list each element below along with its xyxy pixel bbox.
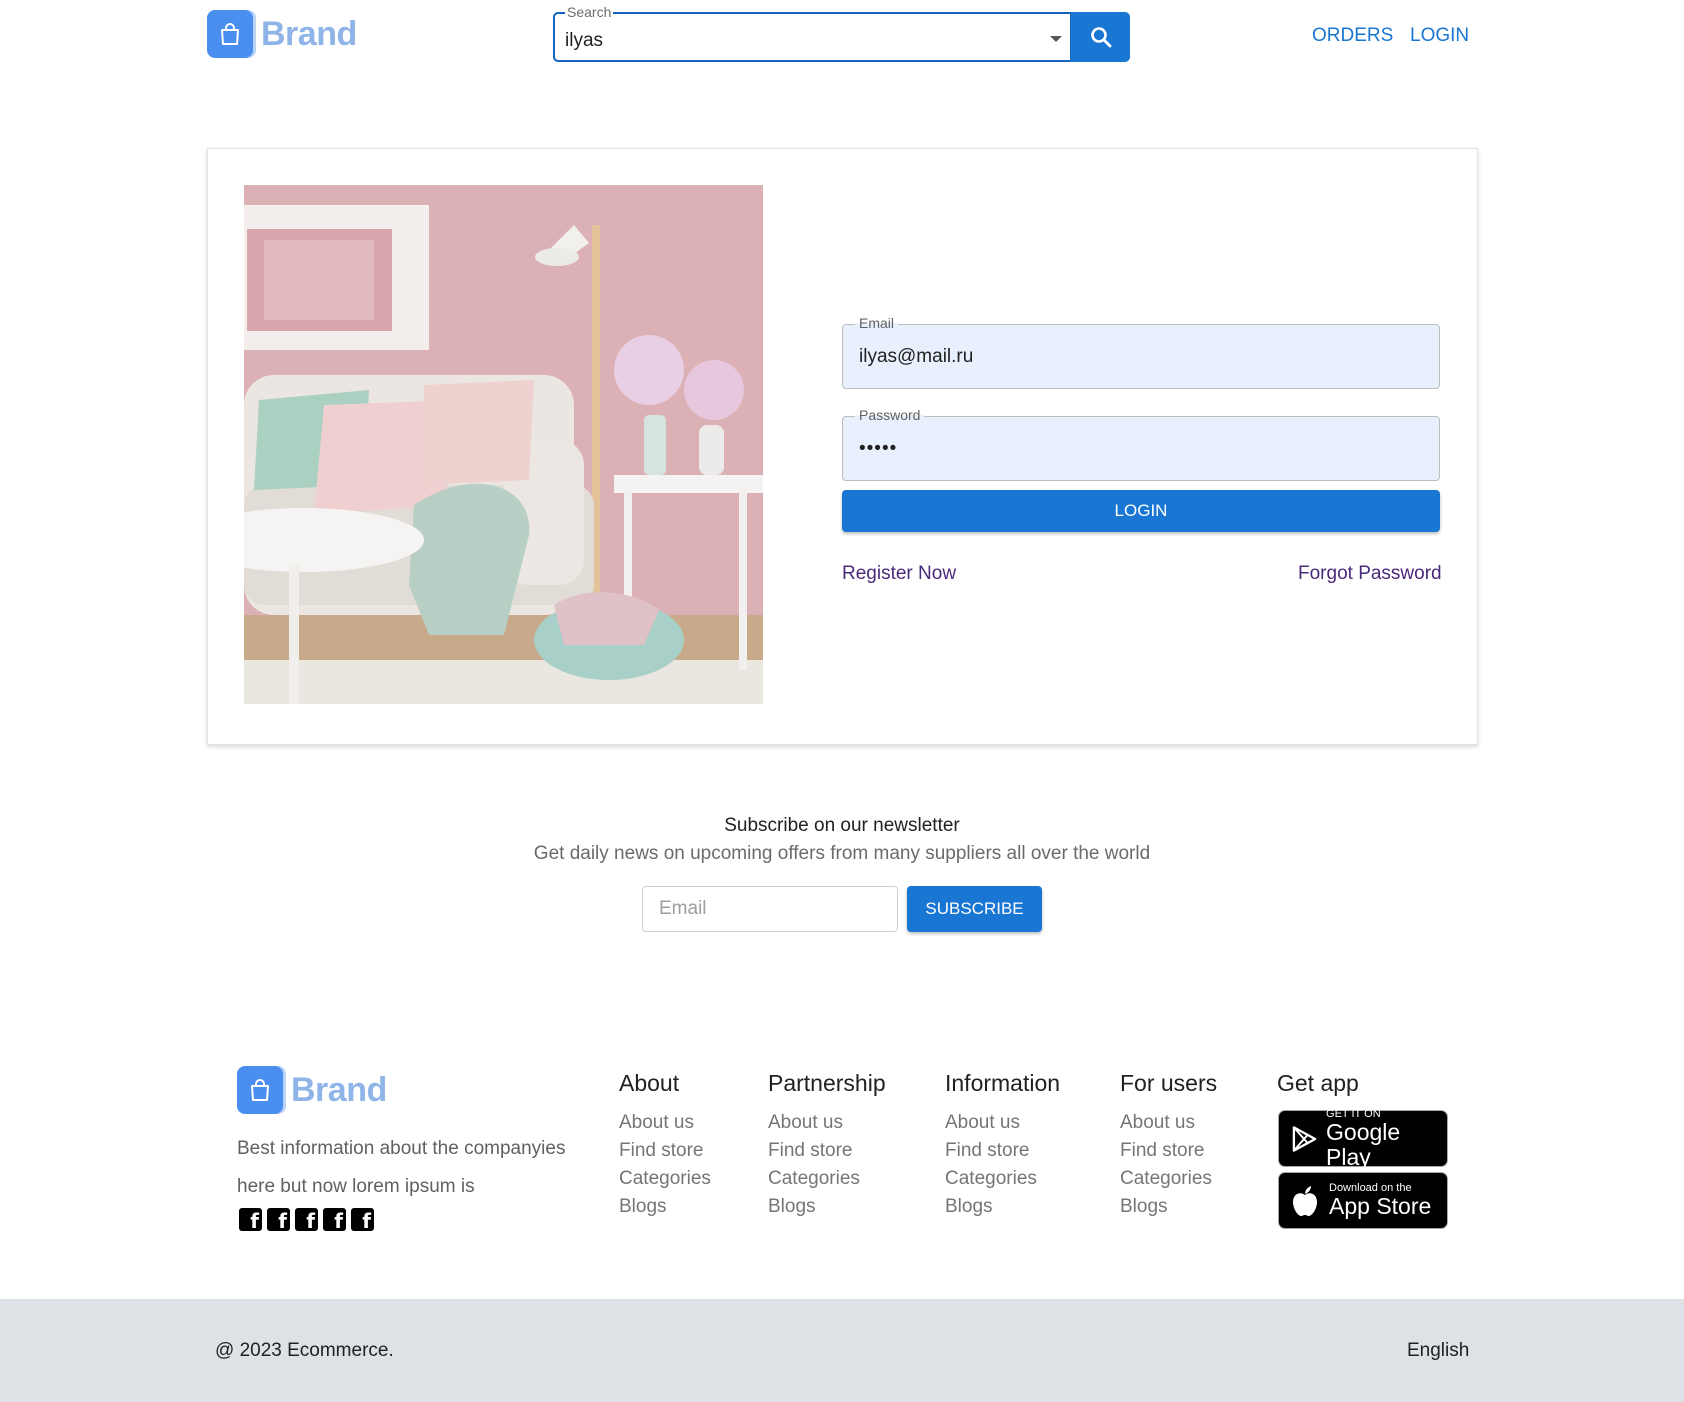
- newsletter-subtitle: Get daily news on upcoming offers from m…: [533, 843, 1151, 864]
- apple-icon: [1293, 1185, 1317, 1216]
- facebook-icon[interactable]: f: [267, 1208, 290, 1231]
- footer-link[interactable]: About us: [945, 1109, 1060, 1137]
- facebook-icon[interactable]: f: [239, 1208, 262, 1231]
- shopping-bag-icon: [237, 1066, 283, 1114]
- newsletter-email-input[interactable]: Email: [642, 886, 898, 932]
- brand-name: Brand: [261, 14, 357, 53]
- living-room-photo: [244, 185, 763, 704]
- google-play-big-text: Google Play: [1326, 1118, 1401, 1170]
- copyright-text: @ 2023 Ecommerce.: [215, 1340, 394, 1361]
- nav-login[interactable]: LOGIN: [1410, 25, 1469, 47]
- footer-link[interactable]: Blogs: [1120, 1193, 1217, 1221]
- app-store-big-text: App Store: [1329, 1193, 1432, 1219]
- footer-column-title: Get app: [1277, 1070, 1359, 1096]
- dropdown-caret-icon[interactable]: [1050, 36, 1062, 42]
- footer-link[interactable]: Find store: [1120, 1137, 1217, 1165]
- nav-orders[interactable]: ORDERS: [1312, 25, 1393, 47]
- search-input[interactable]: Search ilyas: [553, 5, 1072, 62]
- footer-column-title: About: [619, 1070, 680, 1096]
- shopping-bag-icon: [207, 10, 253, 58]
- password-value[interactable]: •••••: [859, 438, 897, 460]
- footer-description: Best information about the companyies he…: [237, 1138, 566, 1197]
- email-value[interactable]: ilyas@mail.ru: [859, 346, 973, 368]
- footer-column-information: Information About us Find store Categori…: [945, 1070, 1060, 1221]
- footer-brand-logo[interactable]: Brand: [237, 1066, 387, 1114]
- facebook-icon[interactable]: f: [295, 1208, 318, 1231]
- brand-logo[interactable]: Brand: [207, 10, 357, 58]
- footer-column-title: Partnership: [768, 1070, 886, 1096]
- footer-column-about: About About us Find store Categories Blo…: [619, 1070, 711, 1221]
- footer-link[interactable]: About us: [768, 1109, 886, 1137]
- footer-link[interactable]: Categories: [945, 1165, 1060, 1193]
- google-play-badge[interactable]: GET IT ON Google Play: [1278, 1107, 1448, 1170]
- footer-link[interactable]: Find store: [619, 1137, 711, 1165]
- footer-column-get-app: Get app: [1277, 1070, 1359, 1109]
- search-value[interactable]: ilyas: [565, 30, 603, 52]
- email-label: Email: [855, 316, 899, 330]
- footer-link[interactable]: Categories: [768, 1165, 886, 1193]
- google-play-small-text: GET IT ON: [1326, 1107, 1381, 1120]
- footer-brand-name: Brand: [291, 1070, 387, 1109]
- password-label: Password: [855, 408, 925, 422]
- login-button[interactable]: LOGIN: [842, 490, 1440, 532]
- google-play-icon: [1292, 1125, 1317, 1152]
- app-store-badge[interactable]: Download on the App Store: [1278, 1172, 1448, 1229]
- footer-link[interactable]: Find store: [768, 1137, 886, 1165]
- newsletter-title: Subscribe on our newsletter: [724, 815, 960, 836]
- password-field[interactable]: Password •••••: [842, 408, 1440, 481]
- search-button[interactable]: [1071, 12, 1130, 62]
- footer-link[interactable]: Categories: [619, 1165, 711, 1193]
- footer-column-title: For users: [1120, 1070, 1218, 1096]
- facebook-icon[interactable]: f: [323, 1208, 346, 1231]
- footer-link[interactable]: Blogs: [945, 1193, 1060, 1221]
- language-selector[interactable]: English: [1407, 1340, 1469, 1362]
- search-label: Search: [565, 4, 614, 20]
- search-icon: [1090, 27, 1111, 48]
- register-link[interactable]: Register Now: [842, 563, 956, 585]
- forgot-password-link[interactable]: Forgot Password: [1298, 563, 1442, 585]
- footer-column-title: Information: [945, 1070, 1061, 1096]
- facebook-icon[interactable]: f: [351, 1208, 374, 1231]
- footer-link[interactable]: Find store: [945, 1137, 1060, 1165]
- footer-link[interactable]: Blogs: [619, 1193, 711, 1221]
- footer-link[interactable]: About us: [619, 1109, 711, 1137]
- footer-link[interactable]: Blogs: [768, 1193, 886, 1221]
- footer-link[interactable]: Categories: [1120, 1165, 1217, 1193]
- footer-column-partnership: Partnership About us Find store Categori…: [768, 1070, 886, 1221]
- footer-column-for-users: For users About us Find store Categories…: [1120, 1070, 1217, 1221]
- header: Brand Search ilyas ORDERS LOGIN: [0, 0, 1684, 80]
- subscribe-button[interactable]: SUBSCRIBE: [907, 886, 1042, 932]
- footer-link[interactable]: About us: [1120, 1109, 1217, 1137]
- social-links: f f f f f: [239, 1208, 374, 1231]
- email-field[interactable]: Email ilyas@mail.ru: [842, 316, 1440, 389]
